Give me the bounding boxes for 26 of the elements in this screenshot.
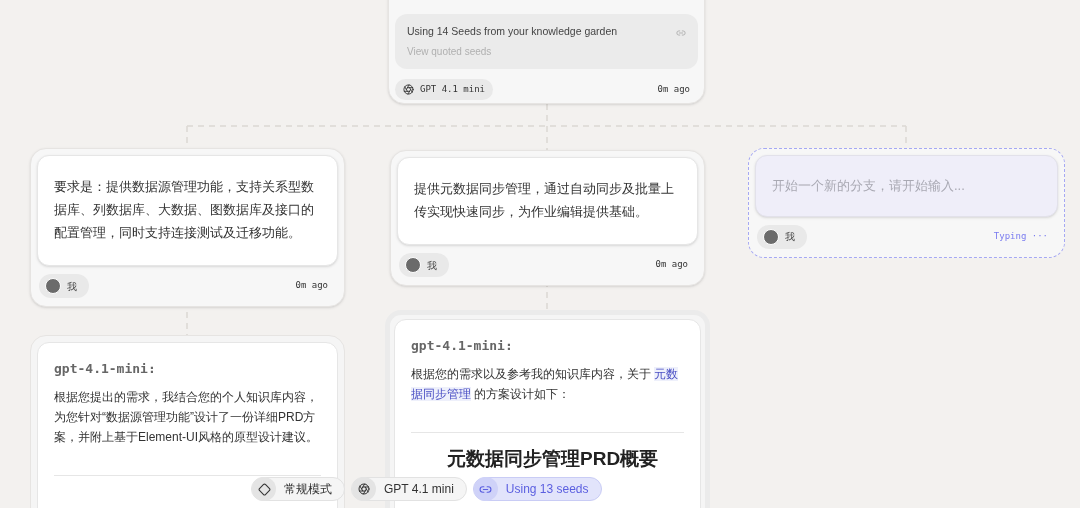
timestamp: 0m ago bbox=[655, 258, 689, 272]
model-chip[interactable]: GPT 4.1 mini bbox=[395, 78, 494, 101]
author-chip[interactable]: 我 bbox=[757, 224, 807, 249]
timestamp: 0m ago bbox=[295, 279, 329, 293]
model-label: gpt-4.1-mini: bbox=[54, 360, 157, 378]
reply-heading: 元数据同步管理PRD概要 bbox=[447, 446, 660, 471]
seeds-title: Using 14 Seeds from your knowledge garden bbox=[407, 24, 618, 39]
model-label: gpt-4.1-mini: bbox=[411, 337, 514, 355]
author-chip[interactable]: 我 bbox=[39, 274, 89, 298]
author-chip[interactable]: 我 bbox=[399, 253, 449, 277]
link-icon bbox=[676, 28, 686, 38]
timestamp: 0m ago bbox=[657, 82, 691, 96]
aperture-icon bbox=[358, 483, 370, 495]
toolbar-chip[interactable]: 常规模式 bbox=[251, 477, 345, 501]
typing-status: Typing ··· bbox=[993, 229, 1049, 243]
avatar-icon bbox=[405, 257, 421, 273]
diamond-icon bbox=[257, 482, 271, 496]
reply-text: 根据您的需求以及参考我的知识库内容，关于 元数据同步管理 的方案设计如下： bbox=[411, 365, 680, 403]
reply-text: 根据您提出的需求，我结合您的个人知识库内容，为您针对“数据源管理功能”设计了一份详细PRD方案，并附上基于Element-UI风格的原型设计建议。 bbox=[54, 388, 320, 446]
aperture-icon bbox=[403, 84, 414, 95]
avatar-icon bbox=[45, 278, 61, 294]
toolbar-chip[interactable]: GPT 4.1 mini bbox=[351, 477, 467, 501]
toolbar-chip[interactable]: Using 13 seeds bbox=[472, 477, 602, 501]
message-text: 提供元数据同步管理，通过自动同步及批量上传实现快速同步，为作业编辑提供基础。 bbox=[397, 157, 698, 245]
avatar-icon bbox=[763, 228, 779, 245]
message-text: 要求是：提供数据源管理功能，支持关系型数据库、列数据库、大数据、图数据库及接口的配置管理，同时支持连接测试及迁移功能。 bbox=[37, 155, 338, 266]
